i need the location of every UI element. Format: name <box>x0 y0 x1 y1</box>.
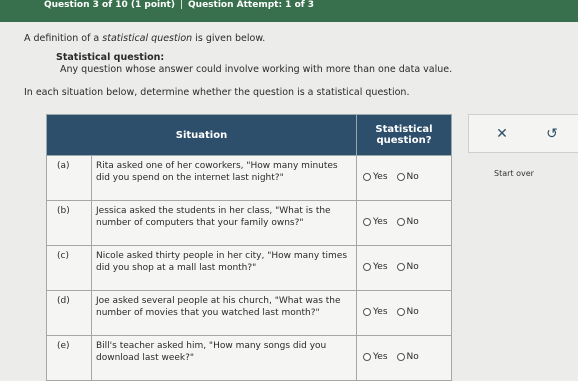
table-row: (a) Rita asked one of her coworkers, "How… <box>46 155 452 201</box>
row-label: (e) <box>46 335 92 381</box>
answer-options: Yes No <box>356 335 452 381</box>
table-header-row: Situation Statistical question? <box>46 114 452 156</box>
no-label: No <box>406 172 419 182</box>
answer-options: Yes No <box>356 245 452 291</box>
prompt-term: statistical question <box>102 33 193 44</box>
table-row: (e) Bill's teacher asked him, "How many s… <box>46 335 452 381</box>
radio-button[interactable] <box>396 263 405 271</box>
row-label: (c) <box>46 245 92 291</box>
column-header-situation: Situation <box>46 114 357 156</box>
no-option[interactable]: No <box>396 216 419 228</box>
radio-button[interactable] <box>396 173 405 181</box>
clear-button[interactable]: ✕ <box>489 121 515 147</box>
situation-text: Rita asked one of her coworkers, "How ma… <box>91 155 357 201</box>
yes-label: Yes <box>373 352 388 362</box>
prompt-after: is given below. <box>192 33 266 44</box>
radio-button[interactable] <box>363 308 371 316</box>
situation-text: Bill's teacher asked him, "How many song… <box>91 335 357 381</box>
radio-button[interactable] <box>396 218 405 226</box>
radio-button[interactable] <box>363 218 371 226</box>
header-separator: | <box>179 0 184 10</box>
close-icon: ✕ <box>496 126 508 142</box>
prompt-before: A definition of a <box>24 33 103 44</box>
no-option[interactable]: No <box>396 306 419 318</box>
yes-option[interactable]: Yes <box>363 261 388 273</box>
definition-block: Statistical question: Any question whose… <box>56 52 452 76</box>
yes-option[interactable]: Yes <box>363 216 388 228</box>
yes-option[interactable]: Yes <box>363 171 388 183</box>
no-option[interactable]: No <box>396 351 419 363</box>
yes-label: Yes <box>373 172 388 182</box>
radio-button[interactable] <box>363 353 371 361</box>
situation-table: Situation Statistical question? (a) Rita … <box>46 114 452 381</box>
definition-description: Any question whose answer could involve … <box>60 64 453 75</box>
no-label: No <box>406 307 419 317</box>
no-option[interactable]: No <box>396 261 419 273</box>
radio-button[interactable] <box>363 173 371 181</box>
row-label: (a) <box>46 155 92 201</box>
table-row: (c) Nicole asked thirty people in her cit… <box>46 245 452 291</box>
yes-label: Yes <box>373 307 388 317</box>
yes-label: Yes <box>373 217 388 227</box>
radio-button[interactable] <box>396 353 405 361</box>
top-bar: Question 3 of 10 (1 point) | Question Atte… <box>0 0 578 22</box>
table-row: (b) Jessica asked the students in her cla… <box>46 200 452 246</box>
answer-options: Yes No <box>356 200 452 246</box>
column-header-statistical: Statistical question? <box>356 114 452 156</box>
start-over-link[interactable]: Start over <box>494 169 534 178</box>
yes-option[interactable]: Yes <box>363 306 388 318</box>
situation-text: Joe asked several people at his church, … <box>91 290 357 336</box>
no-label: No <box>406 217 419 227</box>
row-label: (b) <box>46 200 92 246</box>
no-label: No <box>406 262 419 272</box>
answer-options: Yes No <box>356 155 452 201</box>
instruction-text: In each situation below, determine wheth… <box>24 87 410 98</box>
situation-text: Jessica asked the students in her class,… <box>91 200 357 246</box>
undo-icon: ↺ <box>546 126 558 142</box>
table-row: (d) Joe asked several people at his churc… <box>46 290 452 336</box>
situation-text: Nicole asked thirty people in her city, … <box>91 245 357 291</box>
radio-button[interactable] <box>396 308 405 316</box>
definition-term: Statistical question: <box>56 52 165 63</box>
attempt-info: Question Attempt: 1 of 3 <box>188 0 315 10</box>
yes-option[interactable]: Yes <box>363 351 388 363</box>
tool-panel: ✕ ↺ <box>468 114 578 153</box>
no-label: No <box>406 352 419 362</box>
question-info: Question 3 of 10 (1 point) <box>44 0 175 10</box>
answer-options: Yes No <box>356 290 452 336</box>
no-option[interactable]: No <box>396 171 419 183</box>
undo-button[interactable]: ↺ <box>539 121 565 147</box>
radio-button[interactable] <box>363 263 371 271</box>
question-prompt: A definition of a statistical question i… <box>24 33 265 44</box>
yes-label: Yes <box>373 262 388 272</box>
row-label: (d) <box>46 290 92 336</box>
